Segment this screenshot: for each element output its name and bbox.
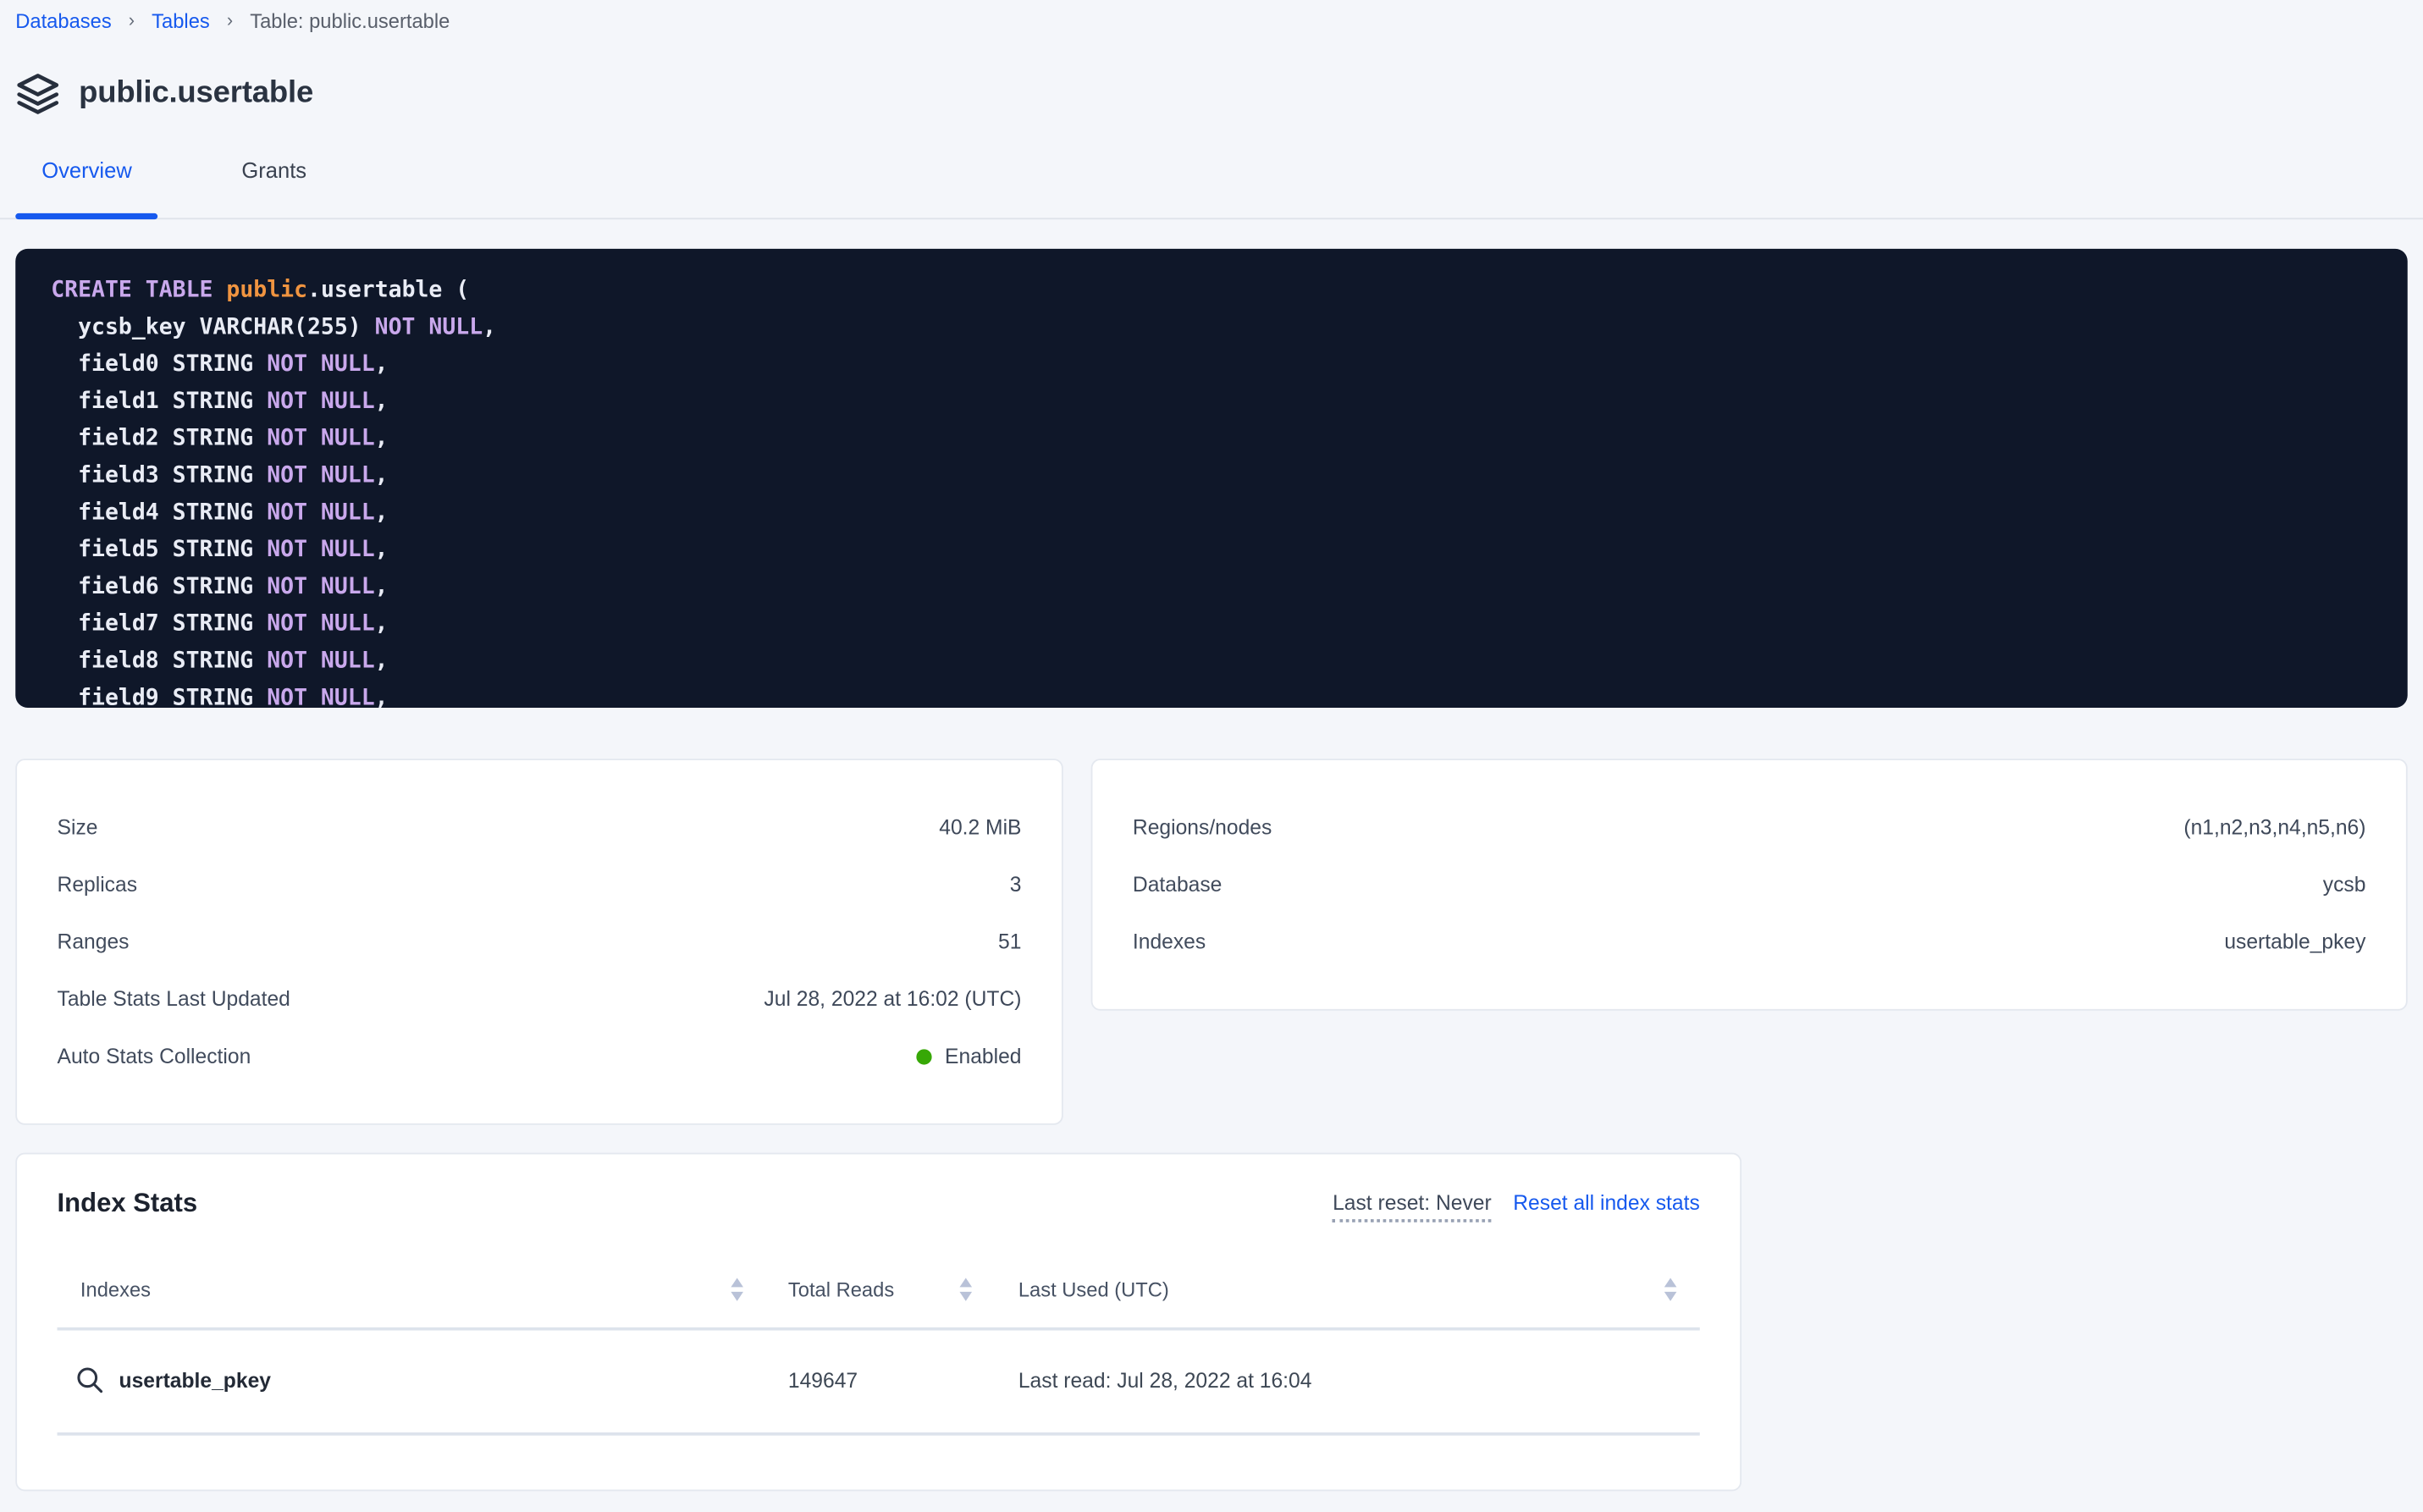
- index-stats-header: Index Stats Last reset: Never Reset all …: [58, 1189, 1700, 1222]
- sql-line: field8 STRING NOT NULL,: [51, 643, 2392, 680]
- column-header-total-reads[interactable]: Total Reads: [743, 1277, 991, 1300]
- chevron-right-icon: ›: [129, 8, 135, 30]
- summary-cards: Size 40.2 MiB Replicas 3 Ranges 51 Table…: [15, 759, 2407, 1125]
- index-name-link[interactable]: usertable_pkey: [119, 1368, 271, 1391]
- index-stats-card: Index Stats Last reset: Never Reset all …: [15, 1153, 1741, 1492]
- status-dot: [917, 1048, 932, 1063]
- create-table-sql-panel: CREATE TABLE public.usertable ( ycsb_key…: [15, 249, 2407, 708]
- total-reads-value: 149647: [743, 1368, 991, 1391]
- sql-line: field5 STRING NOT NULL,: [51, 532, 2392, 569]
- column-header-last-used[interactable]: Last Used (UTC): [991, 1277, 1700, 1300]
- sort-icon: [731, 1277, 743, 1300]
- sort-icon: [959, 1277, 972, 1300]
- column-header-indexes[interactable]: Indexes: [58, 1277, 743, 1300]
- database-details-card: Regions/nodes (n1,n2,n3,n4,n5,n6) Databa…: [1091, 759, 2408, 1011]
- breadcrumb: Databases › Tables › Table: public.usert…: [0, 0, 2423, 32]
- tab-overview[interactable]: Overview: [15, 128, 158, 218]
- detail-row: Regions/nodes (n1,n2,n3,n4,n5,n6): [1133, 799, 2366, 857]
- sql-line: field9 STRING NOT NULL,: [51, 680, 2392, 708]
- index-stats-table-header: Indexes Total Reads Last Used (UTC): [58, 1260, 1700, 1331]
- breadcrumb-link-databases[interactable]: Databases: [15, 9, 111, 32]
- index-stats-controls: Last reset: Never Reset all index stats: [1333, 1191, 1700, 1222]
- sql-line: field6 STRING NOT NULL,: [51, 569, 2392, 606]
- sql-lines: ycsb_key VARCHAR(255) NOT NULL, field0 S…: [51, 309, 2392, 708]
- sql-line: ycsb_key VARCHAR(255) NOT NULL,: [51, 309, 2392, 346]
- page-title: public.usertable: [79, 75, 313, 111]
- reset-index-stats-link[interactable]: Reset all index stats: [1513, 1191, 1700, 1214]
- tab-grants[interactable]: Grants: [215, 128, 333, 218]
- last-used-value: Last read: Jul 28, 2022 at 16:04: [991, 1368, 1700, 1391]
- layers-icon: [15, 71, 60, 116]
- tab-bar: Overview Grants: [0, 128, 2423, 219]
- breadcrumb-link-tables[interactable]: Tables: [152, 9, 210, 32]
- table-details-page: Databases › Tables › Table: public.usert…: [0, 0, 2423, 1511]
- search-icon: [75, 1365, 106, 1396]
- index-stats-table: Indexes Total Reads Last Used (UTC): [58, 1260, 1700, 1436]
- sql-line: field1 STRING NOT NULL,: [51, 384, 2392, 421]
- sql-line: field3 STRING NOT NULL,: [51, 457, 2392, 494]
- detail-row: Size 40.2 MiB: [58, 799, 1022, 857]
- chevron-right-icon: ›: [227, 8, 233, 30]
- page-header: public.usertable: [15, 71, 2423, 116]
- detail-row: Indexes usertable_pkey: [1133, 913, 2366, 971]
- table-details-card: Size 40.2 MiB Replicas 3 Ranges 51 Table…: [15, 759, 1063, 1125]
- index-stats-title: Index Stats: [58, 1189, 198, 1220]
- sql-line: field7 STRING NOT NULL,: [51, 605, 2392, 643]
- detail-row: Replicas 3: [58, 856, 1022, 913]
- last-reset-label: Last reset: Never: [1333, 1191, 1492, 1222]
- detail-row: Auto Stats Collection Enabled: [58, 1028, 1022, 1085]
- detail-row: Ranges 51: [58, 913, 1022, 971]
- breadcrumb-current: Table: public.usertable: [250, 9, 450, 32]
- sql-line: field0 STRING NOT NULL,: [51, 346, 2392, 384]
- sql-line: CREATE TABLE public.usertable (: [51, 272, 2392, 309]
- detail-row: Database ycsb: [1133, 856, 2366, 913]
- index-stats-row: usertable_pkey 149647 Last read: Jul 28,…: [58, 1331, 1700, 1436]
- sql-line: field4 STRING NOT NULL,: [51, 494, 2392, 532]
- sql-line: field2 STRING NOT NULL,: [51, 420, 2392, 457]
- sort-icon: [1664, 1277, 1677, 1300]
- detail-row: Table Stats Last Updated Jul 28, 2022 at…: [58, 970, 1022, 1028]
